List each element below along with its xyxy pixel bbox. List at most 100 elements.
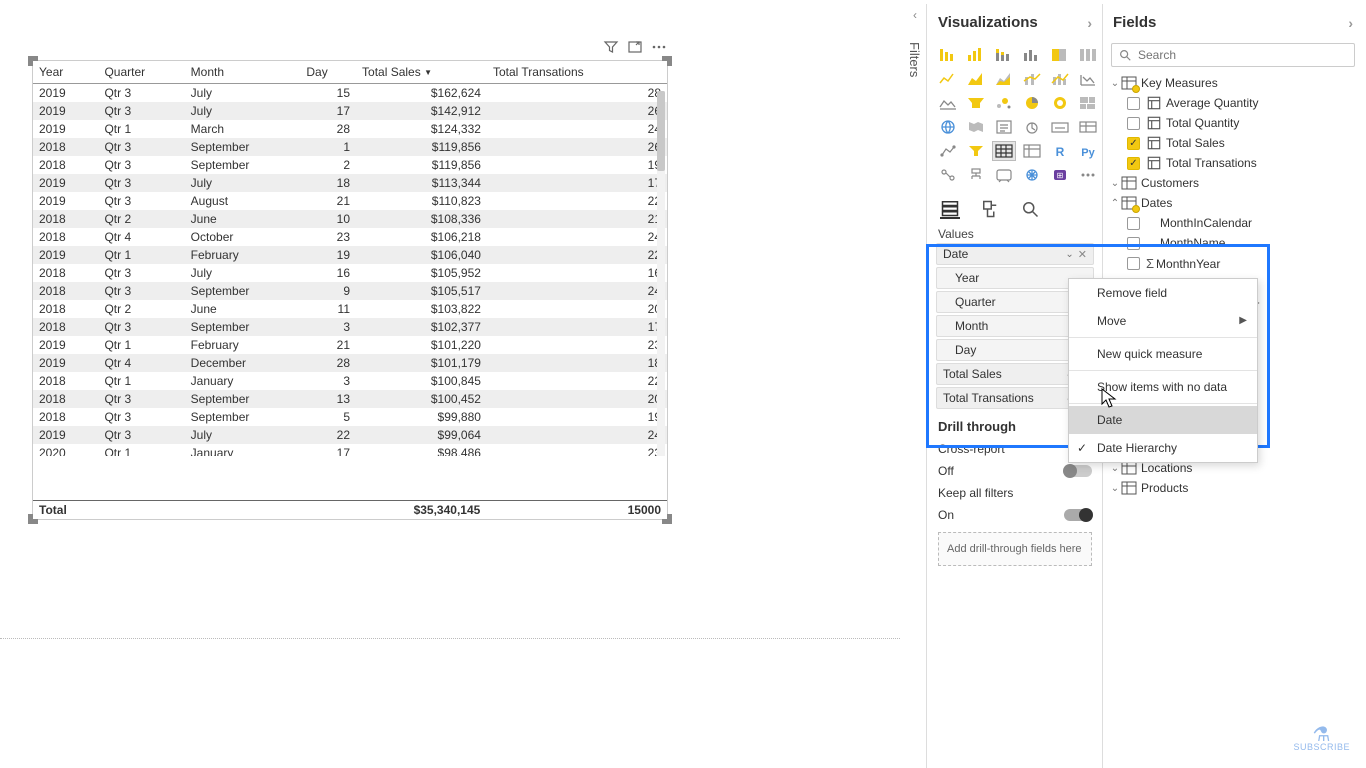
checkbox[interactable] [1127,97,1140,110]
table-customers[interactable]: ⌄ Customers [1109,173,1357,193]
filter-icon[interactable] [603,39,619,55]
qa-visual-icon[interactable] [992,165,1016,185]
field-item[interactable]: ✓ Total Sales [1109,133,1357,153]
chevron-right-icon[interactable]: › [1087,15,1092,31]
area-chart-icon[interactable] [964,69,988,89]
table-header-row[interactable]: Year Quarter Month Day Total Sales ▼ Tot… [33,61,667,84]
fields-search[interactable] [1111,43,1355,67]
drill-through-slot[interactable]: Add drill-through fields here [938,532,1092,566]
col-day[interactable]: Day [300,61,356,84]
table-row[interactable]: 2019Qtr 3July22$99,06424 [33,426,667,444]
hundred-stacked-column-icon[interactable] [1076,45,1100,65]
table-row[interactable]: 2018Qtr 3September13$100,45220 [33,390,667,408]
table-row[interactable]: 2018Qtr 3September9$105,51724 [33,282,667,300]
table-icon[interactable] [992,141,1016,161]
search-input[interactable] [1138,48,1348,62]
table-row[interactable]: 2019Qtr 3August21$110,82322 [33,192,667,210]
line-clustered-column-icon[interactable] [1048,69,1072,89]
matrix-icon[interactable] [1020,141,1044,161]
remove-field-icon[interactable]: ✕ [1078,248,1087,261]
ctx-move[interactable]: Move▶ [1069,307,1257,335]
python-visual-icon[interactable]: Py [1076,141,1100,161]
table-row[interactable]: 2019Qtr 1February19$106,04022 [33,246,667,264]
table-row[interactable]: 2018Qtr 3September2$119,85619 [33,156,667,174]
checkbox[interactable]: ✓ [1127,157,1140,170]
table-row[interactable]: 2019Qtr 3July17$142,91226 [33,102,667,120]
cross-report-toggle[interactable] [1064,465,1092,477]
checkbox[interactable] [1127,117,1140,130]
chevron-right-icon[interactable]: › [1348,15,1353,31]
chevron-left-icon[interactable]: ‹ [903,4,927,22]
line-column-icon[interactable] [1020,69,1044,89]
table-row[interactable]: 2019Qtr 3July15$162,62428 [33,84,667,103]
table-row[interactable]: 2018Qtr 4October23$106,21824 [33,228,667,246]
table-visual[interactable]: Year Quarter Month Day Total Sales ▼ Tot… [32,60,668,520]
field-item[interactable]: MonthInCalendar [1109,213,1357,233]
waterfall-icon[interactable] [936,93,960,113]
format-tab-icon[interactable] [980,199,1000,219]
table-row[interactable]: 2018Qtr 3July16$105,95216 [33,264,667,282]
checkbox[interactable] [1127,217,1140,230]
table-row[interactable]: 2018Qtr 3September5$99,88019 [33,408,667,426]
col-month[interactable]: Month [185,61,301,84]
table-row[interactable]: 2018Qtr 2June10$108,33621 [33,210,667,228]
table-row[interactable]: 2018Qtr 3September1$119,85626 [33,138,667,156]
col-year[interactable]: Year [33,61,98,84]
ctx-date-hierarchy[interactable]: ✓ Date Hierarchy [1069,434,1257,462]
table-row[interactable]: 2018Qtr 2June11$103,82220 [33,300,667,318]
checkbox[interactable] [1127,257,1140,270]
ribbon-chart-icon[interactable] [1076,69,1100,89]
col-total-transactions[interactable]: Total Transations [487,61,667,84]
more-options-icon[interactable] [651,39,667,55]
table-row[interactable]: 2018Qtr 1January3$100,84522 [33,372,667,390]
arcgis-icon[interactable] [1020,165,1044,185]
chevron-down-icon[interactable]: ⌄ [1065,249,1073,260]
table-row[interactable]: 2019Qtr 1February21$101,22023 [33,336,667,354]
report-canvas[interactable]: Year Quarter Month Day Total Sales ▼ Tot… [0,0,900,768]
field-item[interactable]: ✓ Total Transations [1109,153,1357,173]
key-influencers-icon[interactable] [936,165,960,185]
ctx-new-quick-measure[interactable]: New quick measure [1069,340,1257,368]
clustered-bar-icon[interactable] [992,45,1016,65]
slicer-icon[interactable] [964,141,988,161]
funnel-icon[interactable] [964,93,988,113]
multi-row-card-icon[interactable] [1076,117,1100,137]
clustered-column-icon[interactable] [1020,45,1044,65]
decomposition-tree-icon[interactable] [964,165,988,185]
table-products[interactable]: ⌄ Products [1109,478,1357,498]
get-more-visuals-icon[interactable] [1076,165,1100,185]
map-icon[interactable] [936,117,960,137]
table-scrollbar[interactable] [657,91,665,456]
scatter-icon[interactable] [992,93,1016,113]
stacked-area-icon[interactable] [992,69,1016,89]
fields-tab-icon[interactable] [940,199,960,219]
checkbox[interactable] [1127,237,1140,250]
table-row[interactable]: 2019Qtr 1March28$124,33224 [33,120,667,138]
kpi-icon[interactable] [936,141,960,161]
field-item[interactable]: MonthName [1109,233,1357,253]
table-dates[interactable]: ⌃ Dates [1109,193,1357,213]
ctx-remove-field[interactable]: Remove field [1069,279,1257,307]
gauge-icon[interactable] [1020,117,1044,137]
keep-filters-toggle[interactable] [1064,509,1092,521]
well-date[interactable]: Date ⌄ ✕ [936,243,1094,265]
treemap-icon[interactable] [1076,93,1100,113]
r-visual-icon[interactable]: R [1048,141,1072,161]
pie-icon[interactable] [1020,93,1044,113]
stacked-column-icon[interactable] [964,45,988,65]
shape-map-icon[interactable] [992,117,1016,137]
hundred-stacked-bar-icon[interactable] [1048,45,1072,65]
ctx-show-no-data[interactable]: Show items with no data [1069,373,1257,401]
analytics-tab-icon[interactable] [1020,199,1040,219]
ctx-date[interactable]: Date [1069,406,1257,434]
field-item[interactable]: Total Quantity [1109,113,1357,133]
col-quarter[interactable]: Quarter [98,61,184,84]
col-total-sales[interactable]: Total Sales ▼ [356,61,487,84]
powerapps-icon[interactable]: ⊞ [1048,165,1072,185]
line-chart-icon[interactable] [936,69,960,89]
table-key-measures[interactable]: ⌄ Key Measures [1109,73,1357,93]
table-row[interactable]: 2018Qtr 3September3$102,37717 [33,318,667,336]
card-icon[interactable] [1048,117,1072,137]
table-row[interactable]: 2020Qtr 1January17$98,48623 [33,444,667,456]
field-item[interactable]: Σ MonthnYear [1109,253,1357,274]
